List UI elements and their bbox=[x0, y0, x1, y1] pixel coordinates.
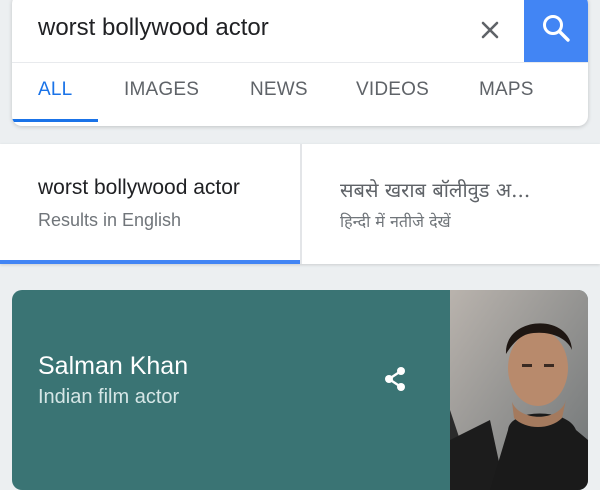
share-icon bbox=[385, 367, 405, 391]
share-button[interactable] bbox=[378, 362, 412, 396]
search-tabs: ALL IMAGES NEWS VIDEOS MAPS bbox=[12, 63, 588, 126]
search-icon bbox=[543, 15, 570, 42]
language-option-title: सबसे खराब बॉलीवुड अ... bbox=[340, 178, 531, 202]
language-switcher: worst bollywood actor Results in English… bbox=[0, 144, 600, 264]
language-option-english[interactable]: worst bollywood actor Results in English bbox=[0, 144, 300, 264]
tab-videos[interactable]: VIDEOS bbox=[356, 79, 429, 101]
knowledge-panel[interactable]: Salman Khan Indian film actor bbox=[12, 290, 588, 490]
language-option-hindi[interactable]: सबसे खराब बॉलीवुड अ... हिन्दी में नतीजे … bbox=[302, 144, 600, 264]
tab-maps[interactable]: MAPS bbox=[479, 79, 534, 101]
close-icon bbox=[481, 21, 499, 39]
tab-all[interactable]: ALL bbox=[38, 79, 72, 101]
entity-subtitle: Indian film actor bbox=[38, 386, 180, 408]
active-tab-indicator bbox=[12, 119, 98, 122]
language-option-subtitle: हिन्दी में नतीजे देखें bbox=[340, 212, 451, 231]
tab-images[interactable]: IMAGES bbox=[124, 79, 199, 101]
selected-language-indicator bbox=[0, 260, 300, 264]
search-input[interactable]: worst bollywood actor bbox=[38, 14, 269, 42]
search-button[interactable] bbox=[524, 0, 588, 62]
language-option-title: worst bollywood actor bbox=[38, 176, 240, 199]
language-option-subtitle: Results in English bbox=[38, 210, 182, 230]
clear-search-button[interactable] bbox=[470, 10, 510, 50]
entity-photo[interactable] bbox=[450, 290, 588, 490]
entity-title: Salman Khan bbox=[38, 352, 189, 380]
search-bar: worst bollywood actor bbox=[12, 0, 588, 62]
search-card: worst bollywood actor ALL IMAGES NEWS VI… bbox=[12, 0, 588, 126]
portrait-image bbox=[450, 290, 588, 490]
tab-news[interactable]: NEWS bbox=[250, 79, 308, 101]
